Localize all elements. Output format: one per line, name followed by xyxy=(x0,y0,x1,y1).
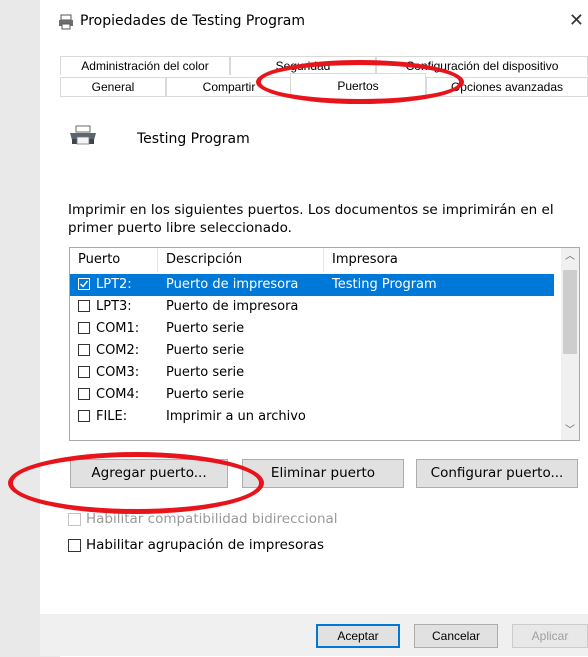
port-checkbox[interactable] xyxy=(78,278,90,290)
tab-ports[interactable]: Puertos xyxy=(290,73,426,97)
port-name: LPT3: xyxy=(96,299,132,314)
tab-general[interactable]: General xyxy=(60,77,166,96)
port-description: Imprimir a un archivo xyxy=(166,409,306,424)
window-title: Propiedades de Testing Program xyxy=(80,13,305,29)
scroll-down-icon[interactable]: ﹀ xyxy=(561,422,579,440)
close-icon[interactable]: ✕ xyxy=(569,10,584,31)
port-name: COM2: xyxy=(96,343,140,358)
column-header-description[interactable]: Descripción xyxy=(158,248,324,272)
port-description: Puerto serie xyxy=(166,343,245,358)
port-description: Puerto de impresora xyxy=(166,277,299,292)
dialog-footer: Aceptar Cancelar Aplicar xyxy=(40,614,588,656)
port-row[interactable]: FILE: Imprimir a un archivo xyxy=(70,406,554,428)
port-row[interactable]: COM2: Puerto serie xyxy=(70,340,554,362)
list-header: Puerto Descripción Impresora xyxy=(70,248,560,272)
printer-name: Testing Program xyxy=(137,131,250,147)
port-row[interactable]: COM1: Puerto serie xyxy=(70,318,554,340)
cancel-button[interactable]: Cancelar xyxy=(414,624,498,648)
list-scrollbar[interactable]: ︿ ﹀ xyxy=(561,248,579,440)
port-row[interactable]: COM3: Puerto serie xyxy=(70,362,554,384)
port-row[interactable]: LPT2: Puerto de impresora Testing Program xyxy=(70,274,554,296)
printer-small-icon xyxy=(58,14,74,35)
checkbox-box xyxy=(68,513,81,526)
port-name: COM1: xyxy=(96,321,140,336)
port-name: COM4: xyxy=(96,387,140,402)
ok-button[interactable]: Aceptar xyxy=(316,624,400,648)
printer-icon xyxy=(68,125,98,152)
add-port-button[interactable]: Agregar puerto... xyxy=(70,459,228,488)
tab-row-bottom: General Compartir Puertos Opciones avanz… xyxy=(60,73,588,97)
port-printer: Testing Program xyxy=(332,277,437,292)
port-checkbox[interactable] xyxy=(78,366,90,378)
ports-description: Imprimir en los siguientes puertos. Los … xyxy=(68,202,554,236)
checkbox-box[interactable] xyxy=(68,539,81,552)
delete-port-button[interactable]: Eliminar puerto xyxy=(242,459,404,488)
tab-sharing[interactable]: Compartir xyxy=(166,77,292,96)
tab-color-management[interactable]: Administración del color xyxy=(60,56,230,75)
properties-dialog: Propiedades de Testing Program ✕ Adminis… xyxy=(40,0,588,657)
port-checkbox[interactable] xyxy=(78,322,90,334)
port-name: LPT2: xyxy=(96,277,132,292)
scroll-thumb[interactable] xyxy=(563,270,577,354)
scroll-up-icon[interactable]: ︿ xyxy=(561,248,579,266)
port-row[interactable]: LPT3: Puerto de impresora xyxy=(70,296,554,318)
port-description: Puerto serie xyxy=(166,387,245,402)
ports-panel: Testing Program Imprimir en los siguient… xyxy=(60,96,588,657)
column-header-port[interactable]: Puerto xyxy=(70,248,158,272)
title-bar: Propiedades de Testing Program ✕ xyxy=(40,0,588,44)
port-description: Puerto serie xyxy=(166,321,245,336)
column-header-printer[interactable]: Impresora xyxy=(324,248,560,272)
port-description: Puerto serie xyxy=(166,365,245,380)
ports-list[interactable]: Puerto Descripción Impresora LPT2: Puerto… xyxy=(69,247,580,441)
tab-advanced[interactable]: Opciones avanzadas xyxy=(426,77,588,96)
configure-port-button[interactable]: Configurar puerto... xyxy=(416,459,578,488)
port-row[interactable]: COM4: Puerto serie xyxy=(70,384,554,406)
apply-button: Aplicar xyxy=(512,624,588,648)
port-checkbox[interactable] xyxy=(78,410,90,422)
port-name: FILE: xyxy=(96,409,128,424)
port-checkbox[interactable] xyxy=(78,388,90,400)
port-description: Puerto de impresora xyxy=(166,299,299,314)
port-checkbox[interactable] xyxy=(78,300,90,312)
port-checkbox[interactable] xyxy=(78,344,90,356)
port-name: COM3: xyxy=(96,365,140,380)
